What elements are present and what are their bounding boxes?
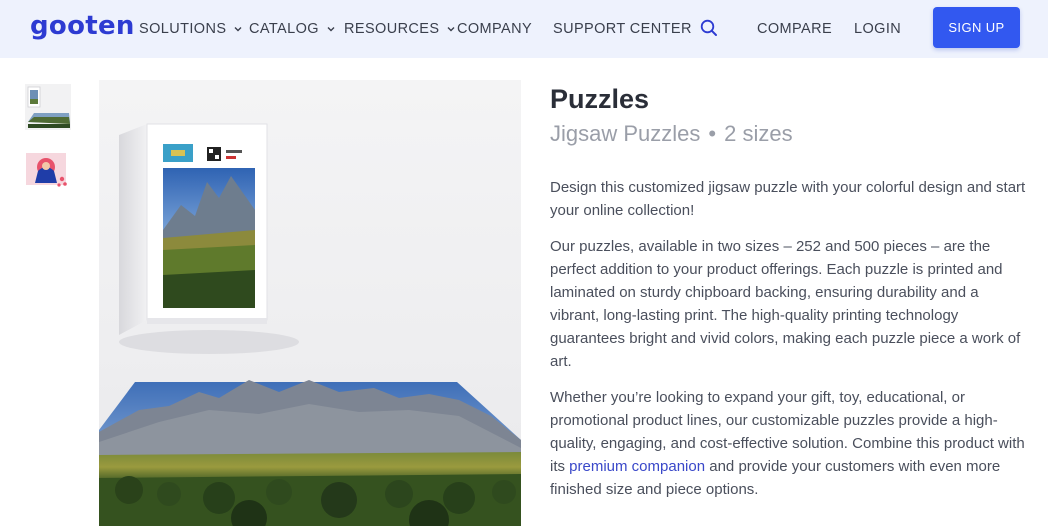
compare-link[interactable]: COMPARE xyxy=(757,19,832,39)
description-paragraph-1: Design this customized jigsaw puzzle wit… xyxy=(550,179,1026,219)
login-link[interactable]: LOGIN xyxy=(854,19,901,39)
nav-solutions-label: SOLUTIONS xyxy=(139,21,227,37)
nav-support-center[interactable]: SUPPORT CENTER xyxy=(553,19,692,39)
nav-solutions[interactable]: SOLUTIONS xyxy=(139,19,244,39)
thumbnail-puzzle-box[interactable] xyxy=(25,84,71,130)
nav-resources-label: RESOURCES xyxy=(344,21,440,37)
premium-companion-link[interactable]: premium companion xyxy=(569,458,705,475)
chevron-down-icon xyxy=(327,27,335,32)
nav-company[interactable]: COMPANY xyxy=(457,19,532,39)
description-paragraph-2: Our puzzles, available in two sizes – 25… xyxy=(550,238,1021,370)
search-icon[interactable] xyxy=(699,18,719,38)
product-title: Puzzles xyxy=(550,84,650,114)
nav-catalog-label: CATALOG xyxy=(249,21,319,37)
chevron-down-icon xyxy=(447,27,455,32)
gooten-logo[interactable]: gooten xyxy=(30,11,135,41)
artwork-thumbnail-image xyxy=(25,149,71,195)
top-nav-bar: gooten SOLUTIONS CATALOG RESOURCES COMPA… xyxy=(0,0,1048,58)
puzzle-product-image xyxy=(99,123,521,526)
sign-up-button[interactable]: SIGN UP xyxy=(933,7,1020,48)
puzzle-box-thumbnail-image xyxy=(25,84,71,130)
nav-catalog[interactable]: CATALOG xyxy=(249,19,337,39)
separator-dot: • xyxy=(708,121,717,146)
product-subtitle: Jigsaw Puzzles • 2 sizes xyxy=(550,119,793,149)
product-type: Jigsaw Puzzles xyxy=(550,121,701,146)
nav-resources[interactable]: RESOURCES xyxy=(344,19,457,39)
thumbnail-artwork[interactable] xyxy=(25,149,71,195)
chevron-down-icon xyxy=(234,27,242,32)
product-size-count: 2 sizes xyxy=(724,121,793,146)
description-paragraph-3: Whether you’re looking to expand your gi… xyxy=(550,386,1030,501)
main-product-image xyxy=(99,80,521,526)
